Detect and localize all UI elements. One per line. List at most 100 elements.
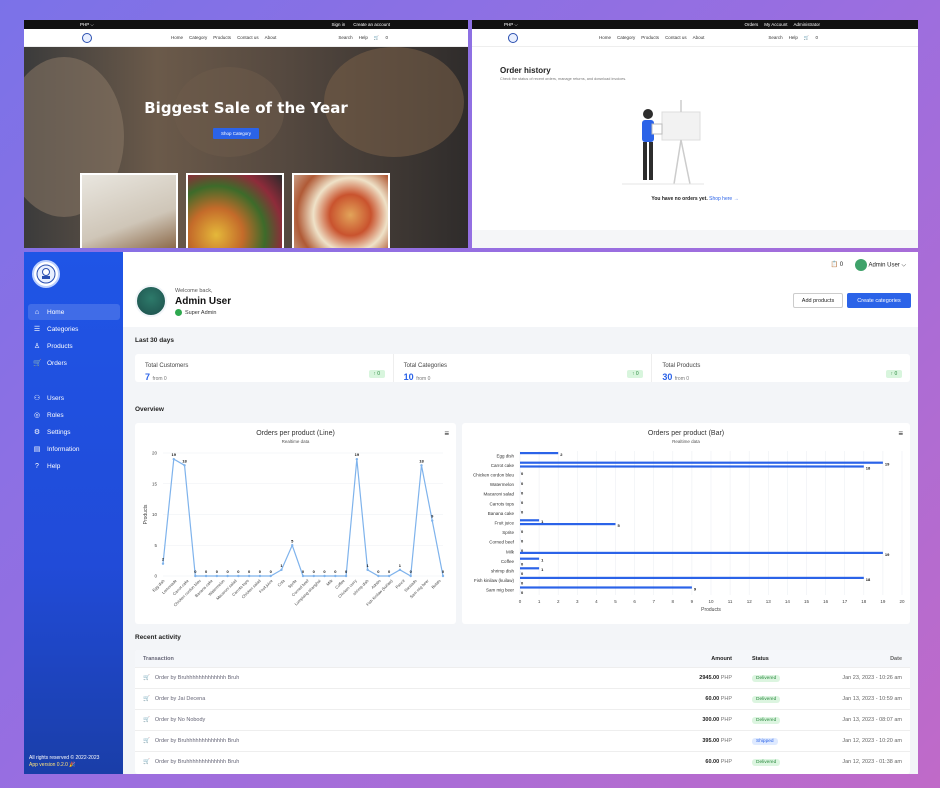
data-label: 0	[410, 569, 413, 574]
data-point	[355, 457, 359, 461]
nav-home[interactable]: Home	[171, 35, 183, 40]
section-title-last30: Last 30 days	[135, 337, 175, 344]
y-tick-label: 20	[152, 451, 158, 456]
clipboard-icon: 📋	[830, 262, 839, 268]
store-navbar: Home Category Products Contact us About …	[24, 29, 468, 47]
table-row[interactable]: 🛒 Order by No Nobody 300.00 PHP Delivered Ja…	[135, 709, 910, 730]
sidebar-item-help[interactable]: ? Help	[28, 458, 120, 474]
table-row[interactable]: 🛒 Order by Jai Decena 60.00 PHP Delivered Ja…	[135, 688, 910, 709]
create-categories-button[interactable]: Create categories	[847, 293, 911, 308]
nav-contact[interactable]: Contact us	[665, 35, 687, 40]
x-tick-label: 13	[766, 599, 772, 604]
nav-about[interactable]: About	[693, 35, 705, 40]
bar	[520, 576, 864, 579]
nav-category[interactable]: Category	[189, 35, 207, 40]
sidebar-item-home[interactable]: ⌂ Home	[28, 304, 120, 320]
status-cell: Delivered	[732, 695, 802, 703]
admin-logo[interactable]	[32, 260, 60, 288]
administrator-link[interactable]: Administrator	[793, 22, 820, 27]
nav-home[interactable]: Home	[599, 35, 611, 40]
shop-here-link[interactable]: Shop here →	[709, 196, 738, 202]
amount-currency: PHP	[720, 717, 732, 723]
create-account-link[interactable]: Create an account	[353, 22, 390, 27]
store-logo[interactable]	[82, 32, 92, 43]
data-label: 0	[270, 569, 273, 574]
currency-select[interactable]: PHP ⌵	[504, 22, 518, 27]
my-account-link[interactable]: My Account	[764, 22, 787, 27]
nav-products[interactable]: Products	[213, 35, 231, 40]
table-row[interactable]: 🛒 Order by Bruhhhhhhhhhhhhh Bruh 60.00 PHP…	[135, 751, 910, 772]
x-tick-label: Bulalo	[430, 578, 442, 590]
home-icon: ⌂	[34, 308, 40, 316]
amount-currency: PHP	[720, 696, 732, 702]
data-label: 1	[366, 563, 369, 568]
x-tick-label: Fruit juice	[258, 578, 274, 594]
sidebar-item-label: Users	[47, 394, 64, 402]
stat-value: 30	[662, 372, 673, 382]
x-tick-label: 10	[708, 599, 714, 604]
nav-products[interactable]: Products	[641, 35, 659, 40]
hero-banner: Biggest Sale of the Year Shop Category	[24, 47, 468, 248]
sidebar-item-categories[interactable]: ☰ Categories	[28, 321, 120, 337]
sidebar-item-products[interactable]: ♙ Products	[28, 338, 120, 354]
sidebar-item-roles[interactable]: ◎ Roles	[28, 407, 120, 423]
search-link[interactable]: Search	[768, 35, 782, 40]
data-label: 0	[521, 490, 524, 495]
x-tick-label: 4	[595, 599, 598, 604]
search-link[interactable]: Search	[338, 35, 352, 40]
data-label: 0	[442, 569, 445, 574]
sidebar-item-users[interactable]: ⚇ Users	[28, 390, 120, 406]
sidebar-item-orders[interactable]: 🛒 Orders	[28, 355, 120, 371]
currency-select[interactable]: PHP ⌵	[80, 22, 94, 27]
stat-badge: ↑ 0	[368, 370, 385, 378]
bar	[520, 523, 616, 526]
transaction-text: Order by Bruhhhhhhhhhhhhh Bruh	[154, 675, 240, 681]
data-point	[420, 464, 423, 467]
sidebar-item-information[interactable]: ▤ Information	[28, 441, 120, 457]
add-products-button[interactable]: Add products	[793, 293, 843, 308]
data-point	[226, 574, 229, 578]
y-tick-label: 15	[152, 481, 158, 486]
user-role: Super Admin	[175, 309, 217, 316]
shop-category-button[interactable]: Shop Category	[213, 128, 259, 139]
data-label: 2	[162, 557, 165, 562]
y-tick-label: Carrot cake	[491, 463, 515, 468]
signin-link[interactable]: Sign in	[331, 22, 345, 27]
nav-category[interactable]: Category	[617, 35, 635, 40]
box-icon: ♙	[33, 343, 41, 350]
table-row[interactable]: 🛒 Order by Bruhhhhhhhhhhhhh Bruh 2945.00 P…	[135, 667, 910, 688]
stat-badge: ↑ 0	[886, 370, 903, 378]
nav-contact[interactable]: Contact us	[237, 35, 259, 40]
user-menu-label: Admin User ⌵	[868, 262, 906, 269]
user-menu[interactable]: Admin User ⌵	[855, 258, 906, 271]
page-title: Order history	[500, 66, 551, 75]
table-row[interactable]: 🛒 Order by Bruhhhhhhhhhhhhh Bruh 395.00 PH…	[135, 730, 910, 751]
promo-card-1[interactable]	[80, 173, 178, 248]
stat-from: from 0	[674, 376, 690, 382]
notifications-button[interactable]: 📋 0	[831, 261, 844, 268]
cart-count: 0	[815, 35, 818, 40]
help-link[interactable]: Help	[789, 35, 798, 40]
cart-icon[interactable]: 🛒	[374, 35, 380, 41]
x-tick-label: 5	[614, 599, 617, 604]
promo-card-2[interactable]	[186, 173, 284, 248]
data-point	[280, 568, 283, 572]
data-label: 18	[866, 577, 871, 582]
cart-icon: 🛒	[143, 675, 150, 681]
bar	[520, 461, 883, 464]
store-logo[interactable]	[508, 32, 518, 43]
col-transaction: Transaction	[143, 655, 174, 662]
cart-icon: 🛒	[143, 696, 150, 702]
nav-about[interactable]: About	[265, 35, 277, 40]
y-tick-label: Fish kinilaw (kuilaw)	[474, 578, 515, 583]
data-point	[398, 568, 402, 572]
col-date: Date	[890, 655, 902, 662]
promo-card-3[interactable]	[292, 173, 390, 248]
orders-link[interactable]: Orders	[744, 22, 758, 27]
sidebar-item-settings[interactable]: ⚙ Settings	[28, 424, 120, 440]
x-tick-label: 11	[728, 599, 733, 604]
data-label: 0	[521, 471, 524, 476]
help-link[interactable]: Help	[359, 35, 368, 40]
cart-icon[interactable]: 🛒	[804, 35, 810, 41]
data-label: 19	[885, 462, 890, 467]
